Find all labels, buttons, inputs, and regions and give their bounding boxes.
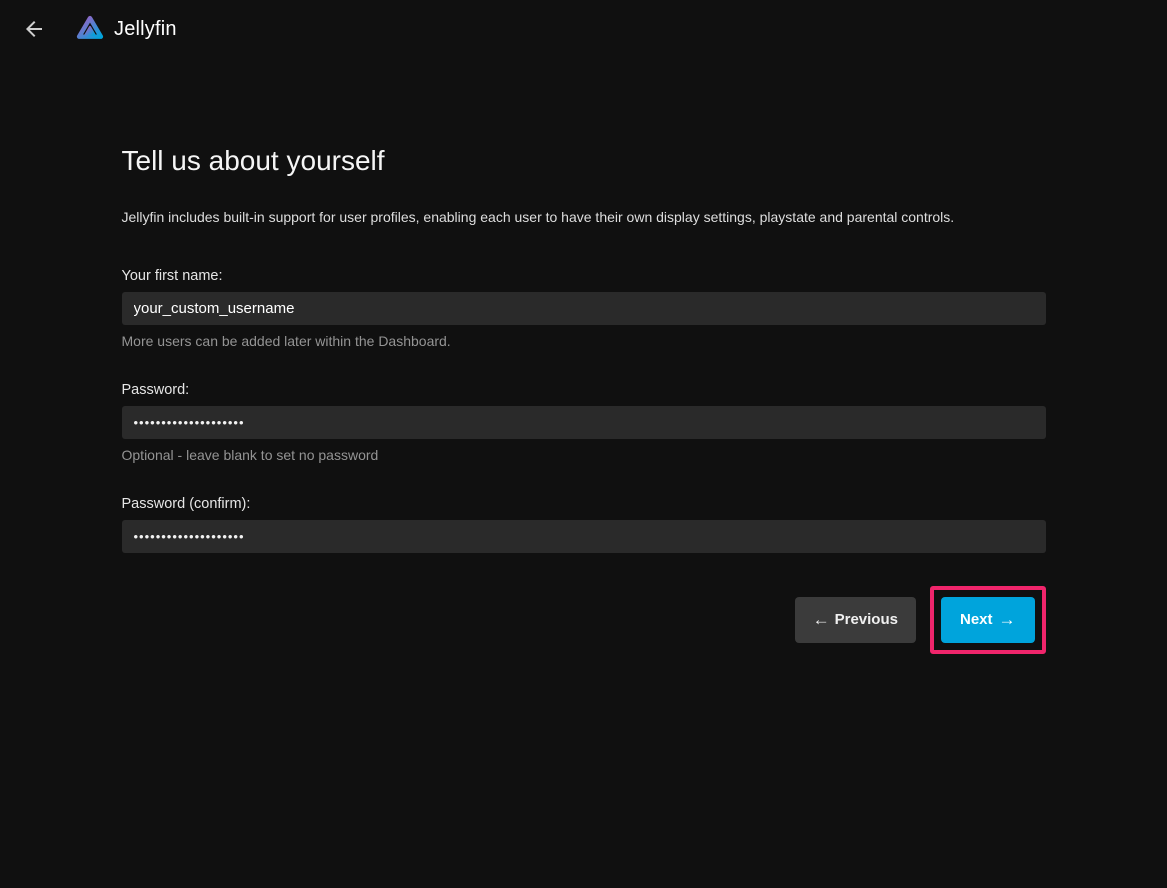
- password-field-group: Password: Optional - leave blank to set …: [122, 382, 1046, 463]
- arrow-left-icon: [22, 17, 46, 41]
- password-confirm-input[interactable]: [122, 520, 1046, 553]
- previous-button[interactable]: ← Previous: [795, 597, 916, 643]
- brand: Jellyfin: [74, 13, 177, 45]
- app-title: Jellyfin: [114, 18, 177, 41]
- password-confirm-label: Password (confirm):: [122, 496, 1046, 512]
- page-title: Tell us about yourself: [122, 146, 1046, 177]
- password-label: Password:: [122, 382, 1046, 398]
- username-input[interactable]: [122, 292, 1046, 325]
- app-header: Jellyfin: [0, 0, 1167, 58]
- arrow-left-icon: ←: [813, 610, 830, 630]
- password-input[interactable]: [122, 406, 1046, 439]
- username-helper-text: More users can be added later within the…: [122, 333, 1046, 349]
- password-confirm-field-group: Password (confirm):: [122, 496, 1046, 553]
- arrow-right-icon: →: [999, 610, 1016, 630]
- password-helper-text: Optional - leave blank to set no passwor…: [122, 447, 1046, 463]
- wizard-user-page: Tell us about yourself Jellyfin includes…: [122, 58, 1046, 654]
- username-field-group: Your first name: More users can be added…: [122, 268, 1046, 349]
- previous-button-label: Previous: [835, 611, 898, 629]
- username-label: Your first name:: [122, 268, 1046, 284]
- next-button-label: Next: [960, 611, 993, 629]
- page-description: Jellyfin includes built-in support for u…: [122, 208, 1046, 227]
- next-button[interactable]: Next →: [941, 597, 1035, 643]
- jellyfin-logo-icon: [74, 13, 106, 45]
- annotation-highlight-box: Next →: [930, 586, 1046, 654]
- back-button[interactable]: [16, 11, 52, 47]
- wizard-button-row: ← Previous Next →: [122, 586, 1046, 654]
